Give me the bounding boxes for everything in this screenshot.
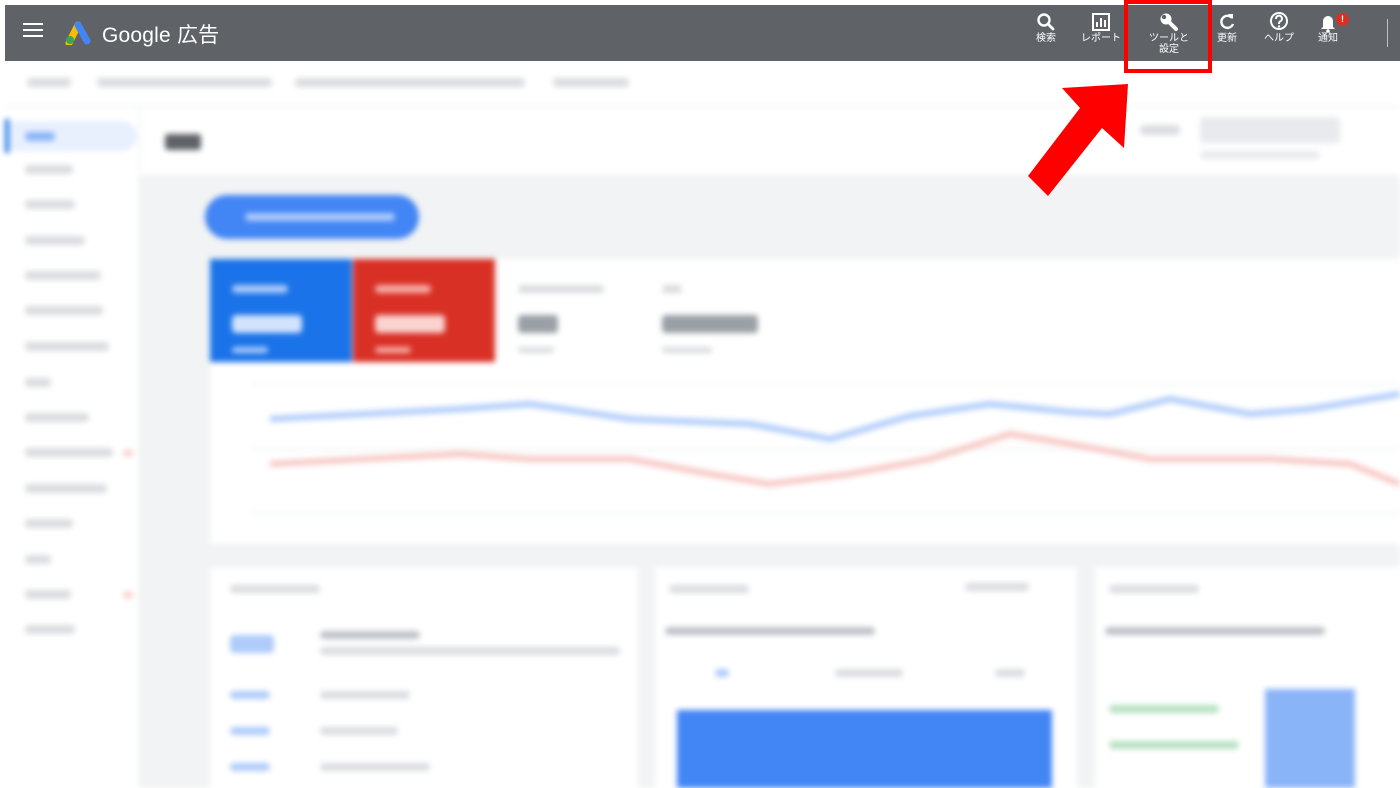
bell-icon [1321, 16, 1335, 33]
search-label: 検索 [1036, 33, 1056, 44]
blurred-page-content [5, 61, 1400, 788]
help-label: ヘルプ [1264, 33, 1294, 44]
hamburger-menu-icon[interactable] [23, 23, 43, 39]
tools-highlight-box [1124, 0, 1212, 73]
sidebar-nav [5, 107, 140, 788]
notifications-label: 通知 [1318, 33, 1338, 44]
reports-button[interactable]: レポート [1077, 11, 1125, 57]
page-header [140, 107, 1400, 175]
help-icon [1270, 12, 1288, 30]
refresh-icon [1220, 14, 1235, 30]
search-icon [1037, 13, 1055, 31]
product-name[interactable]: Google 広告 [102, 19, 219, 49]
notification-badge: ! [1336, 13, 1349, 26]
overview-chart-card [210, 259, 1400, 544]
devices-card [655, 567, 1077, 788]
keywords-card [1095, 567, 1400, 788]
help-button[interactable]: ヘルプ [1259, 11, 1299, 57]
new-campaign-button[interactable] [205, 195, 419, 239]
google-ads-logo-icon [65, 21, 91, 45]
reports-icon [1092, 13, 1110, 31]
reports-label: レポート [1081, 33, 1121, 44]
refresh-label: 更新 [1217, 33, 1237, 44]
red-arrow-icon [1028, 84, 1128, 196]
search-button[interactable]: 検索 [1031, 11, 1061, 57]
recommendations-card [210, 567, 638, 788]
refresh-button[interactable]: 更新 [1212, 11, 1242, 57]
notifications-button[interactable]: ! 通知 [1314, 11, 1349, 57]
header-divider [1387, 19, 1388, 47]
